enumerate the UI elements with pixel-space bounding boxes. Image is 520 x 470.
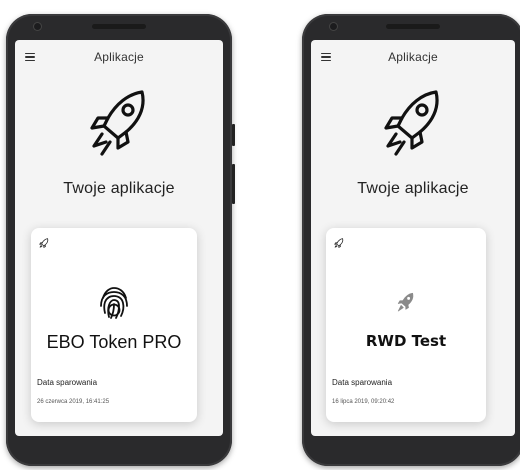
phone-left: Aplikacje Twoje aplikacje EBO Token PRO … — [6, 14, 235, 466]
app-title: Aplikacje — [94, 50, 144, 64]
camera — [330, 23, 337, 30]
rocket-icon — [384, 90, 439, 156]
app-name: RWD Test — [365, 332, 447, 350]
pairing-date-label: Data sparowania — [332, 378, 393, 387]
app-bar: Aplikacje — [311, 40, 515, 74]
section-title: Twoje aplikacje — [63, 180, 175, 197]
pairing-date-value: 26 czerwca 2019, 16:41:25 — [37, 399, 110, 405]
app-name: EBO Token PRO — [46, 332, 182, 352]
small-rocket-icon — [39, 238, 49, 248]
section-title: Twoje aplikacje — [357, 180, 469, 197]
phone-right: Aplikacje Twoje aplikacje RWD Test Data … — [302, 14, 520, 466]
speaker — [386, 24, 440, 29]
small-rocket-icon — [334, 238, 344, 248]
card-logo — [326, 292, 486, 314]
app-card[interactable]: EBO Token PRO Data sparowania 26 czerwca… — [31, 228, 197, 422]
app-card[interactable]: RWD Test Data sparowania 16 lipca 2019, … — [326, 228, 486, 422]
card-logo — [31, 286, 197, 320]
pairing-date-value: 16 lipca 2019, 09:20:42 — [332, 399, 395, 405]
app-title: Aplikacje — [388, 50, 438, 64]
camera — [34, 23, 41, 30]
menu-icon[interactable] — [25, 53, 35, 61]
power-button — [232, 124, 235, 146]
pairing-date-label: Data sparowania — [37, 378, 98, 387]
rocket-icon — [90, 90, 145, 156]
fingerprint-icon — [100, 287, 128, 319]
speaker — [92, 24, 146, 29]
rocket-icon — [397, 292, 414, 312]
volume-button — [232, 164, 235, 204]
app-bar: Aplikacje — [15, 40, 223, 74]
menu-icon[interactable] — [321, 53, 331, 61]
